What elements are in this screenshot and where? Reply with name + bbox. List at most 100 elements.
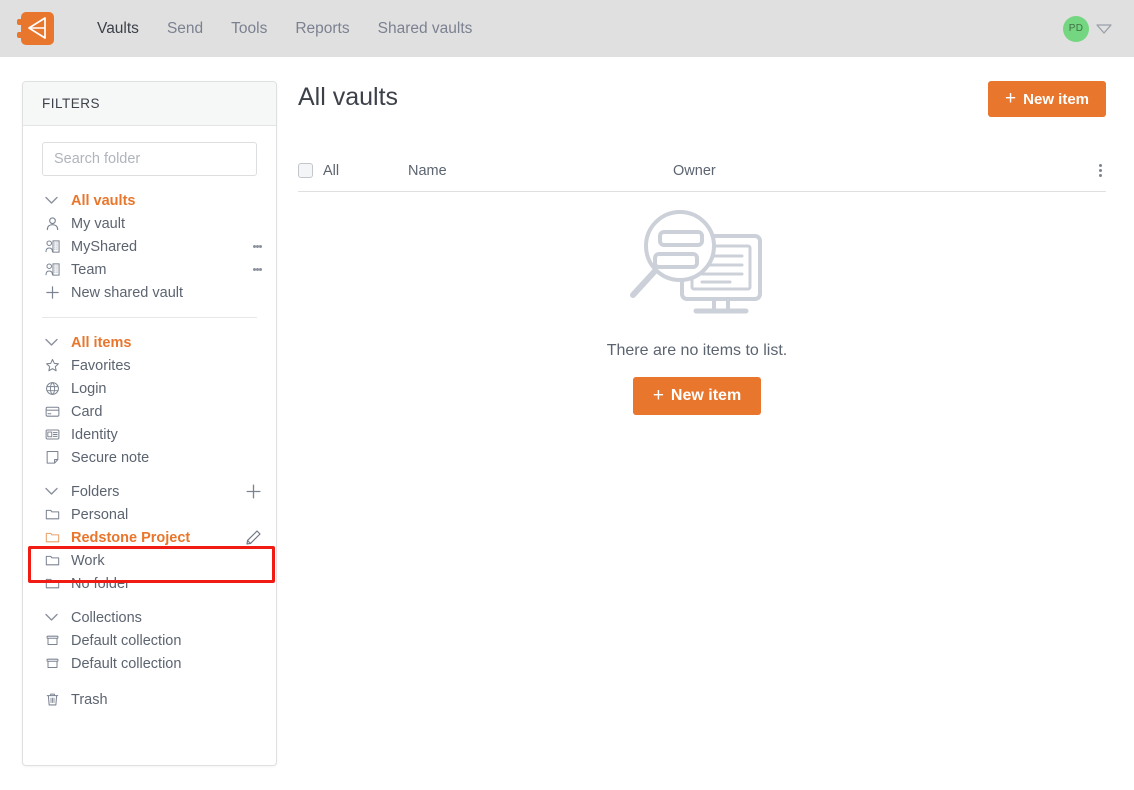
chevron-down-icon [45, 196, 67, 205]
plus-icon: + [652, 384, 664, 406]
pencil-icon[interactable] [245, 529, 262, 546]
sidebar-item-label: Team [71, 261, 107, 278]
sidebar-item-label: Default collection [71, 632, 182, 649]
main-header: All vaults + New item [298, 78, 1106, 126]
nav-item-send[interactable]: Send [153, 0, 217, 57]
bitwarden-shield-logo[interactable] [17, 12, 54, 45]
folder-icon [45, 576, 67, 591]
search-input[interactable] [42, 142, 257, 176]
new-item-button-top[interactable]: + New item [988, 81, 1106, 117]
empty-state-message: There are no items to list. [606, 342, 788, 359]
sidebar-group-label: All items [71, 334, 132, 351]
avatar[interactable]: PD [1063, 15, 1089, 42]
sidebar-item-my-vault[interactable]: My vault [23, 212, 276, 235]
sidebar-item-label: Personal [71, 506, 129, 523]
main-nav: Vaults Send Tools Reports Shared vaults [83, 0, 486, 57]
collection-icon [45, 633, 67, 648]
trash-icon [45, 692, 67, 707]
column-header-name[interactable]: Name [408, 163, 673, 179]
column-header-owner[interactable]: Owner [673, 163, 1099, 179]
globe-icon [45, 381, 67, 396]
sidebar-item-card[interactable]: Card [23, 400, 276, 423]
nav-item-tools[interactable]: Tools [217, 0, 281, 57]
new-item-button-label: New item [1023, 90, 1089, 108]
sidebar-group-collections[interactable]: Collections [23, 606, 276, 629]
sidebar-item-label: MyShared [71, 238, 138, 255]
chevron-down-icon [45, 487, 67, 496]
filters-sidebar: FILTERS All vaults My vault MyShared [22, 81, 277, 766]
sidebar-group-label: All vaults [71, 192, 136, 209]
sidebar-item-identity[interactable]: Identity [23, 423, 276, 446]
sidebar-item-label: My vault [71, 215, 125, 232]
account-menu[interactable]: PD [1063, 0, 1112, 57]
sidebar-item-folder-personal[interactable]: Personal [23, 503, 276, 526]
sidebar-item-folder-redstone-project[interactable]: Redstone Project [23, 526, 276, 549]
sidebar-item-myshared[interactable]: MyShared [23, 235, 276, 258]
empty-state: There are no items to list. + New item [298, 208, 1106, 415]
sidebar-item-favorites[interactable]: Favorites [23, 354, 276, 377]
organization-icon [45, 239, 67, 254]
id-card-icon [45, 427, 67, 442]
items-table-header: All Name Owner [298, 150, 1106, 192]
sidebar-item-label: Trash [71, 691, 108, 708]
nav-item-vaults[interactable]: Vaults [83, 0, 153, 57]
folder-icon [45, 553, 67, 568]
top-navigation-bar: Vaults Send Tools Reports Shared vaults … [0, 0, 1134, 57]
chevron-down-icon [45, 613, 67, 622]
folder-icon [45, 507, 67, 522]
plus-icon [45, 285, 67, 300]
items-section: All items Favorites Login Card Identity [23, 331, 276, 469]
organization-icon [45, 262, 67, 277]
chevron-down-icon[interactable] [1096, 24, 1112, 34]
sidebar-item-label: No folder [71, 575, 130, 592]
sidebar-item-folder-no-folder[interactable]: No folder [23, 572, 276, 595]
sidebar-item-label: Login [71, 380, 107, 397]
sticky-note-icon [45, 450, 67, 465]
person-icon [45, 216, 67, 231]
sidebar-item-collection-1[interactable]: Default collection [23, 629, 276, 652]
search-monitor-illustration [622, 208, 772, 328]
more-vertical-icon[interactable] [1099, 162, 1102, 179]
nav-item-shared-vaults[interactable]: Shared vaults [364, 0, 487, 57]
sidebar-divider [42, 317, 257, 318]
sidebar-group-label: Folders [71, 483, 120, 500]
sidebar-item-login[interactable]: Login [23, 377, 276, 400]
sidebar-group-all-items[interactable]: All items [23, 331, 276, 354]
column-header-all[interactable]: All [323, 163, 408, 179]
sidebar-item-trash[interactable]: Trash [23, 688, 276, 711]
sidebar-group-label: Collections [71, 609, 142, 626]
sidebar-item-secure-note[interactable]: Secure note [23, 446, 276, 469]
sidebar-item-label: Redstone Project [71, 529, 191, 546]
more-vertical-icon[interactable] [253, 243, 262, 250]
sidebar-item-label: Card [71, 403, 103, 420]
sidebar-item-folder-work[interactable]: Work [23, 549, 276, 572]
chevron-down-icon [45, 338, 67, 347]
sidebar-item-collection-2[interactable]: Default collection [23, 652, 276, 675]
sidebar-group-folders[interactable]: Folders [23, 480, 276, 503]
more-vertical-icon[interactable] [253, 266, 262, 273]
plus-icon: + [1005, 87, 1017, 109]
sidebar-group-all-vaults[interactable]: All vaults [23, 189, 276, 212]
nav-item-reports[interactable]: Reports [281, 0, 363, 57]
search-folder-wrapper [23, 126, 276, 176]
sidebar-item-label: Favorites [71, 357, 131, 374]
filters-header: FILTERS [23, 82, 276, 126]
sidebar-item-label: Identity [71, 426, 118, 443]
vaults-section: All vaults My vault MyShared Team New sh… [23, 189, 276, 304]
logo-triangle-glyph [28, 17, 46, 39]
credit-card-icon [45, 404, 67, 419]
sidebar-item-team[interactable]: Team [23, 258, 276, 281]
add-folder-icon[interactable] [245, 483, 262, 500]
folder-icon [45, 530, 67, 545]
star-icon [45, 358, 67, 373]
select-all-checkbox[interactable] [298, 163, 313, 178]
sidebar-item-label: Work [71, 552, 105, 569]
collection-icon [45, 656, 67, 671]
new-item-button-center[interactable]: + New item [632, 377, 762, 415]
logo-notch-top [17, 19, 24, 25]
sidebar-item-label: Secure note [71, 449, 150, 466]
page-title: All vaults [298, 83, 399, 111]
sidebar-item-label: New shared vault [71, 284, 184, 301]
sidebar-item-new-shared-vault[interactable]: New shared vault [23, 281, 276, 304]
sidebar-item-label: Default collection [71, 655, 182, 672]
